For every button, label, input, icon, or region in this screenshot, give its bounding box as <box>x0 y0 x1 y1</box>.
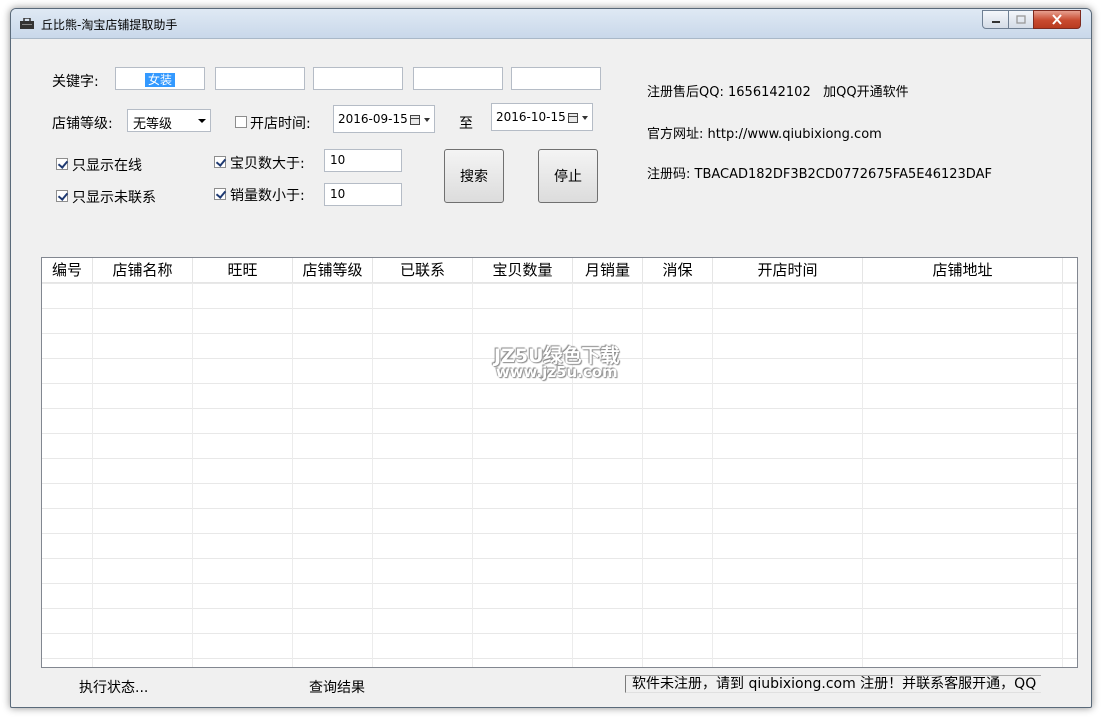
shop-level-label: 店铺等级: <box>52 116 113 132</box>
table-body <box>42 283 1077 667</box>
calendar-icon <box>410 115 420 125</box>
exec-state-text: 执行状态... <box>79 680 149 696</box>
sales-lt-checkbox[interactable] <box>214 188 226 200</box>
column-header-shop-level[interactable]: 店铺等级 <box>293 258 373 283</box>
column-header-contacted[interactable]: 已联系 <box>373 258 473 283</box>
regcode-value: TBACAD182DF3B2CD0772675FA5E46123DAF <box>694 167 992 182</box>
open-time-label: 开店时间: <box>250 116 311 132</box>
close-button[interactable] <box>1033 10 1081 29</box>
shop-level-value: 无等级 <box>133 117 173 132</box>
minimize-button[interactable] <box>982 10 1009 29</box>
column-header-guarantee[interactable]: 消保 <box>643 258 713 283</box>
keyword-input-2[interactable] <box>215 67 305 90</box>
status-message: 软件未注册，请到 qiubixiong.com 注册！并联系客服开通，QQ <box>625 675 1041 693</box>
sales-lt-label: 销量数小于: <box>230 188 305 204</box>
column-divider <box>572 283 573 667</box>
qq-note: 加QQ开通软件 <box>823 85 909 100</box>
minimize-icon <box>991 20 1000 23</box>
column-header-item-count[interactable]: 宝贝数量 <box>473 258 573 283</box>
chevron-down-icon <box>582 116 588 120</box>
online-only-checkbox[interactable] <box>56 158 68 170</box>
regcode-info: 注册码: TBACAD182DF3B2CD0772675FA5E46123DAF <box>647 163 992 182</box>
qq-info: 注册售后QQ: 1656142102 加QQ开通软件 <box>647 81 909 100</box>
date-from-value: 2016-09-15 <box>338 112 408 126</box>
qq-label: 注册售后QQ: <box>647 85 724 100</box>
keyword-value-1: 女装 <box>144 73 175 87</box>
keyword-label: 关键字: <box>52 74 99 90</box>
column-divider <box>642 283 643 667</box>
date-to-picker[interactable]: 2016-10-15 <box>491 103 593 131</box>
column-header-id[interactable]: 编号 <box>42 258 93 283</box>
close-icon <box>1052 14 1062 25</box>
date-to-label: 至 <box>459 116 473 132</box>
website-label: 官方网址: <box>647 127 704 142</box>
website-info: 官方网址: http://www.qiubixiong.com <box>647 123 882 142</box>
column-header-open-time[interactable]: 开店时间 <box>713 258 863 283</box>
uncontacted-only-checkbox[interactable] <box>56 190 68 202</box>
watermark: JZ5U绿色下载 www.jz5u.com <box>494 345 620 381</box>
website-value: http://www.qiubixiong.com <box>707 127 882 142</box>
column-header-shop-name[interactable]: 店铺名称 <box>93 258 193 283</box>
column-divider <box>372 283 373 667</box>
column-header-wangwang[interactable]: 旺旺 <box>193 258 293 283</box>
column-divider <box>712 283 713 667</box>
calendar-icon <box>568 113 578 123</box>
date-from-picker[interactable]: 2016-09-15 <box>333 105 435 133</box>
online-only-label: 只显示在线 <box>72 158 142 174</box>
chevron-down-icon <box>424 118 430 122</box>
date-to-value: 2016-10-15 <box>496 110 566 124</box>
column-divider <box>92 283 93 667</box>
watermark-line-1: JZ5U绿色下载 <box>494 345 620 367</box>
uncontacted-only-label: 只显示未联系 <box>72 190 156 206</box>
items-gt-input[interactable]: 10 <box>324 149 402 172</box>
items-gt-checkbox[interactable] <box>214 156 226 168</box>
keyword-input-5[interactable] <box>511 67 601 90</box>
shop-level-select[interactable]: 无等级 <box>127 109 211 132</box>
column-divider <box>292 283 293 667</box>
watermark-line-2: www.jz5u.com <box>495 363 618 381</box>
chevron-down-icon <box>198 119 206 123</box>
regcode-label: 注册码: <box>647 167 691 182</box>
column-divider <box>192 283 193 667</box>
open-time-checkbox[interactable] <box>235 116 247 128</box>
keyword-input-3[interactable] <box>313 67 403 90</box>
query-result-text: 查询结果 <box>309 680 365 696</box>
client-area: 关键字: 女装 店铺等级: 无等级 开店时间: 2016-09-15 至 201… <box>19 39 1085 701</box>
maximize-icon <box>1016 15 1026 24</box>
column-divider <box>1062 283 1063 667</box>
title-bar[interactable]: 丘比熊-淘宝店铺提取助手 <box>11 9 1091 39</box>
search-button[interactable]: 搜索 <box>444 149 504 203</box>
app-icon <box>20 18 34 29</box>
column-header-address[interactable]: 店铺地址 <box>863 258 1063 283</box>
qq-value: 1656142102 <box>728 85 811 100</box>
column-divider <box>472 283 473 667</box>
maximize-button[interactable] <box>1008 10 1034 29</box>
column-divider <box>862 283 863 667</box>
window-title: 丘比熊-淘宝店铺提取助手 <box>41 18 178 32</box>
keyword-input-4[interactable] <box>413 67 503 90</box>
keyword-input-1[interactable]: 女装 <box>115 67 205 90</box>
stop-button[interactable]: 停止 <box>538 149 598 203</box>
main-window: 丘比熊-淘宝店铺提取助手 关键字: 女装 店铺等级: 无等级 开店时间: 201… <box>10 8 1092 708</box>
items-gt-label: 宝贝数大于: <box>230 156 305 172</box>
column-header-monthly-sales[interactable]: 月销量 <box>573 258 643 283</box>
table-header: 编号 店铺名称 旺旺 店铺等级 已联系 宝贝数量 月销量 消保 开店时间 店铺地… <box>42 258 1077 283</box>
results-table[interactable]: 编号 店铺名称 旺旺 店铺等级 已联系 宝贝数量 月销量 消保 开店时间 店铺地… <box>41 257 1078 668</box>
sales-lt-input[interactable]: 10 <box>324 183 402 206</box>
